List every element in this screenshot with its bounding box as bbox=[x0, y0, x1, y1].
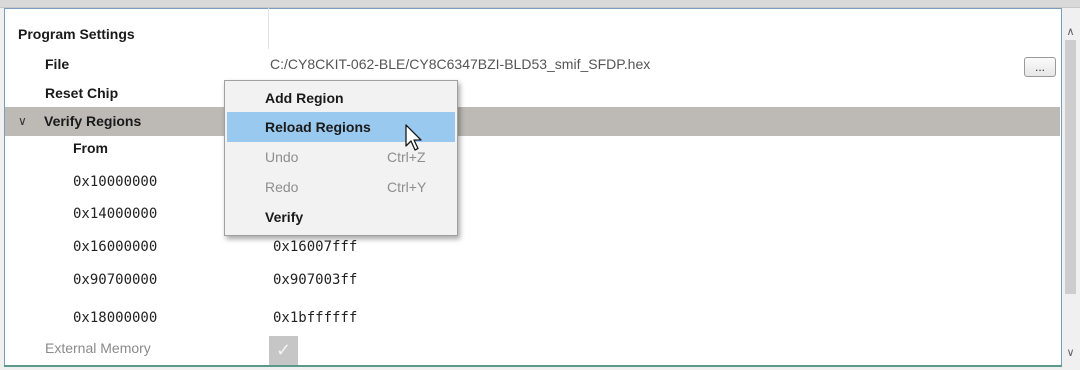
region-row[interactable]: 0x18000000 0x1bffffff bbox=[5, 304, 1060, 333]
arrow-down-icon[interactable]: ∨ bbox=[1062, 345, 1079, 362]
context-menu: Add Region Reload Regions Undo Ctrl+Z Re… bbox=[224, 80, 458, 236]
vertical-scrollbar[interactable]: ∧ ∨ bbox=[1062, 8, 1079, 366]
region-from[interactable]: 0x18000000 bbox=[73, 304, 157, 333]
region-from[interactable]: 0x16000000 bbox=[73, 233, 157, 262]
external-memory-checkbox[interactable]: ✓ bbox=[269, 336, 298, 365]
row-program-settings: Program Settings bbox=[5, 20, 1060, 49]
arrow-up-icon[interactable]: ∧ bbox=[1062, 24, 1079, 41]
check-icon: ✓ bbox=[275, 340, 292, 360]
row-reset-chip[interactable]: Reset Chip bbox=[5, 79, 1060, 108]
region-row[interactable]: 0x90700000 0x907003ff bbox=[5, 266, 1060, 295]
mouse-pointer-icon bbox=[405, 124, 422, 151]
file-label: File bbox=[45, 56, 70, 72]
menu-item-redo[interactable]: Redo Ctrl+Y bbox=[227, 172, 455, 202]
from-column-header: From bbox=[73, 140, 108, 156]
row-file[interactable]: File C:/CY8CKIT-062-BLE/CY8C6347BZI-BLD5… bbox=[5, 50, 1060, 79]
menu-item-label: Redo bbox=[265, 179, 299, 195]
region-row[interactable]: 0x16000000 0x16007fff bbox=[5, 233, 1060, 262]
browse-button[interactable]: ... bbox=[1024, 57, 1056, 77]
category-program-settings: Program Settings bbox=[18, 26, 135, 42]
region-row[interactable]: 0x10000000 bbox=[5, 168, 1060, 197]
verify-regions-label: Verify Regions bbox=[44, 113, 142, 129]
external-memory-label: External Memory bbox=[45, 340, 151, 356]
region-from[interactable]: 0x14000000 bbox=[73, 200, 157, 229]
region-to[interactable]: 0x907003ff bbox=[273, 266, 357, 295]
file-path-value[interactable]: C:/CY8CKIT-062-BLE/CY8C6347BZI-BLD53_smi… bbox=[270, 50, 650, 79]
chevron-down-icon[interactable]: ∨ bbox=[18, 107, 27, 136]
menu-item-add-region[interactable]: Add Region bbox=[227, 83, 455, 113]
menu-item-label: Undo bbox=[265, 149, 299, 165]
region-to[interactable]: 0x16007fff bbox=[273, 233, 357, 262]
menu-item-label: Verify bbox=[265, 209, 304, 225]
top-strip bbox=[0, 0, 1080, 8]
region-from[interactable]: 0x10000000 bbox=[73, 168, 157, 197]
region-to[interactable]: 0x1bffffff bbox=[273, 304, 357, 333]
reset-chip-label: Reset Chip bbox=[45, 85, 119, 101]
row-external-memory[interactable]: External Memory bbox=[5, 334, 1060, 363]
row-verify-regions[interactable]: ∨ Verify Regions bbox=[5, 107, 1060, 136]
menu-item-shortcut: Ctrl+Y bbox=[387, 179, 427, 195]
scroll-thumb[interactable] bbox=[1065, 40, 1076, 294]
menu-item-label: Add Region bbox=[265, 90, 344, 106]
bottom-border bbox=[4, 365, 1062, 367]
region-from[interactable]: 0x90700000 bbox=[73, 266, 157, 295]
menu-item-label: Reload Regions bbox=[265, 119, 371, 135]
region-row[interactable]: 0x14000000 bbox=[5, 200, 1060, 229]
row-from-header: From bbox=[5, 134, 1060, 163]
menu-item-verify[interactable]: Verify bbox=[227, 202, 455, 232]
